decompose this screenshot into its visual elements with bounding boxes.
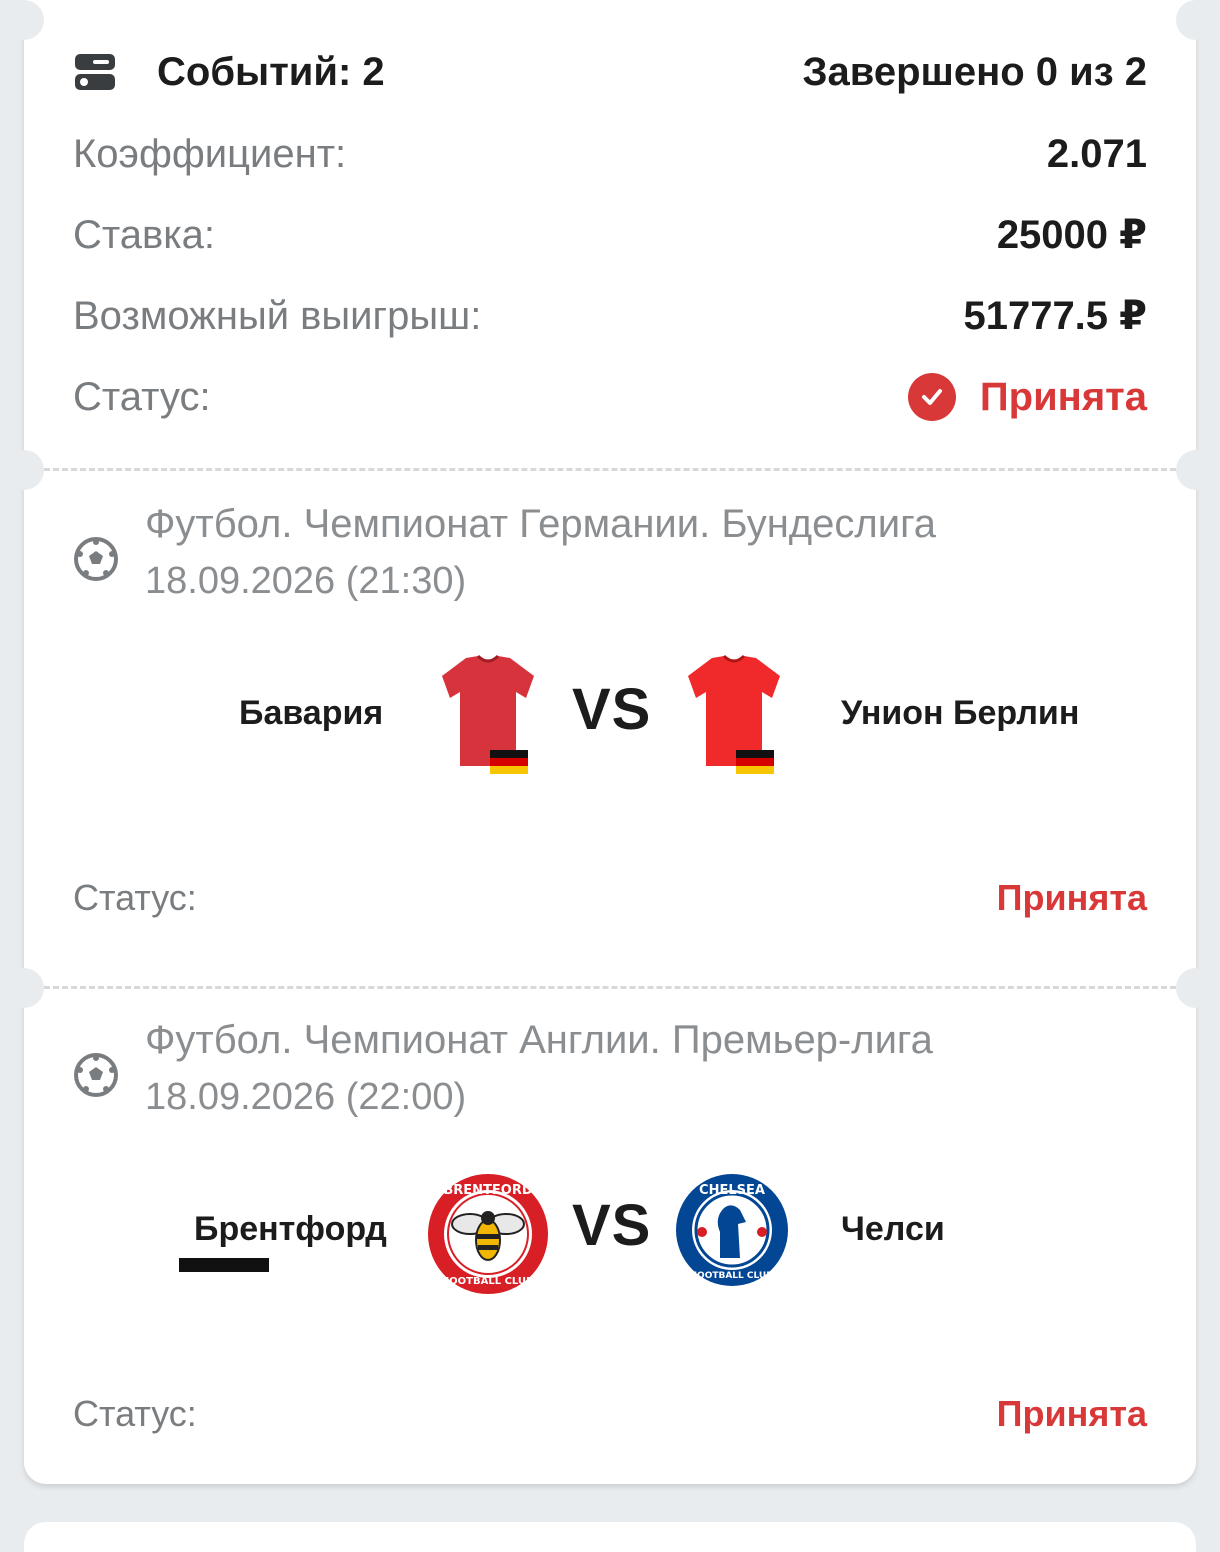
status-label: Статус:	[73, 374, 211, 419]
notch	[1176, 0, 1216, 40]
svg-text:BRENTFORD: BRENTFORD	[443, 1183, 532, 1198]
divider	[44, 468, 1176, 471]
notch	[1176, 968, 1216, 1008]
odds-label: Коэффициент:	[73, 131, 347, 176]
check-circle-icon	[907, 373, 956, 421]
completed-count: Завершено 0 из 2	[802, 49, 1147, 94]
status-value: Принята	[979, 374, 1147, 419]
divider	[44, 986, 1176, 989]
status-row: Статус: Принята	[73, 367, 1147, 427]
match-row: Бавария VS Унион Берлин	[24, 650, 1196, 780]
vs-label: VS	[572, 677, 652, 742]
soccer-ball-icon	[74, 537, 118, 581]
svg-text:CHELSEA: CHELSEA	[699, 1183, 765, 1198]
soccer-ball-icon	[74, 1053, 118, 1097]
stake-label: Ставка:	[73, 212, 215, 257]
event-header: Футбол. Чемпионат Германии. Бундеслига 1…	[73, 502, 1147, 612]
home-team-name: Брентфорд	[194, 1210, 387, 1248]
event-datetime: 18.09.2026 (22:00)	[145, 1076, 467, 1118]
match-row: Брентфорд BRENTFORD FOOTBALL CLUB VS CHE…	[24, 1166, 1196, 1296]
odds-row: Коэффициент: 2.071	[73, 124, 1147, 184]
notch	[4, 450, 44, 490]
away-team-name: Унион Берлин	[841, 694, 1080, 732]
payout-label: Возможный выигрыш:	[73, 293, 482, 338]
svg-text:FOOTBALL CLUB: FOOTBALL CLUB	[442, 1276, 533, 1287]
next-card-edge	[24, 1522, 1196, 1552]
event-datetime: 18.09.2026 (21:30)	[145, 560, 467, 602]
stake-value: 25000 ₽	[996, 213, 1147, 257]
svg-text:FOOTBALL CLUB: FOOTBALL CLUB	[691, 1271, 773, 1281]
stake-row: Ставка: 25000 ₽	[73, 205, 1147, 265]
event-status-value: Принята	[996, 1393, 1147, 1434]
event-status-label: Статус:	[73, 877, 197, 918]
notch	[4, 968, 44, 1008]
home-team-name: Бавария	[239, 694, 384, 732]
vs-label: VS	[572, 1193, 652, 1258]
event-status-label: Статус:	[73, 1393, 197, 1434]
coupon-icon	[75, 54, 115, 90]
away-team-name: Челси	[841, 1210, 945, 1248]
league-name: Футбол. Чемпионат Англии. Премьер-лига	[145, 1018, 933, 1062]
chelsea-crest-icon: CHELSEA FOOTBALL CLUB	[676, 1174, 788, 1286]
redaction-mark	[179, 1258, 269, 1272]
red-jersey-icon	[442, 654, 534, 774]
event-status-value: Принята	[996, 877, 1147, 918]
brentford-crest-icon: BRENTFORD FOOTBALL CLUB	[428, 1174, 548, 1294]
event-header: Футбол. Чемпионат Англии. Премьер-лига 1…	[73, 1018, 1147, 1128]
event-status-row: Статус: Принята	[73, 1389, 1147, 1439]
event-status-row: Статус: Принята	[73, 873, 1147, 923]
odds-value: 2.071	[1046, 131, 1147, 176]
payout-value: 51777.5 ₽	[963, 294, 1147, 338]
summary-header: Событий: 2 Завершено 0 из 2	[73, 42, 1147, 102]
payout-row: Возможный выигрыш: 51777.5 ₽	[73, 286, 1147, 346]
events-count: Событий: 2	[157, 49, 385, 94]
red-jersey-icon	[688, 654, 780, 774]
league-name: Футбол. Чемпионат Германии. Бундеслига	[145, 502, 937, 546]
notch	[4, 0, 44, 40]
notch	[1176, 450, 1216, 490]
